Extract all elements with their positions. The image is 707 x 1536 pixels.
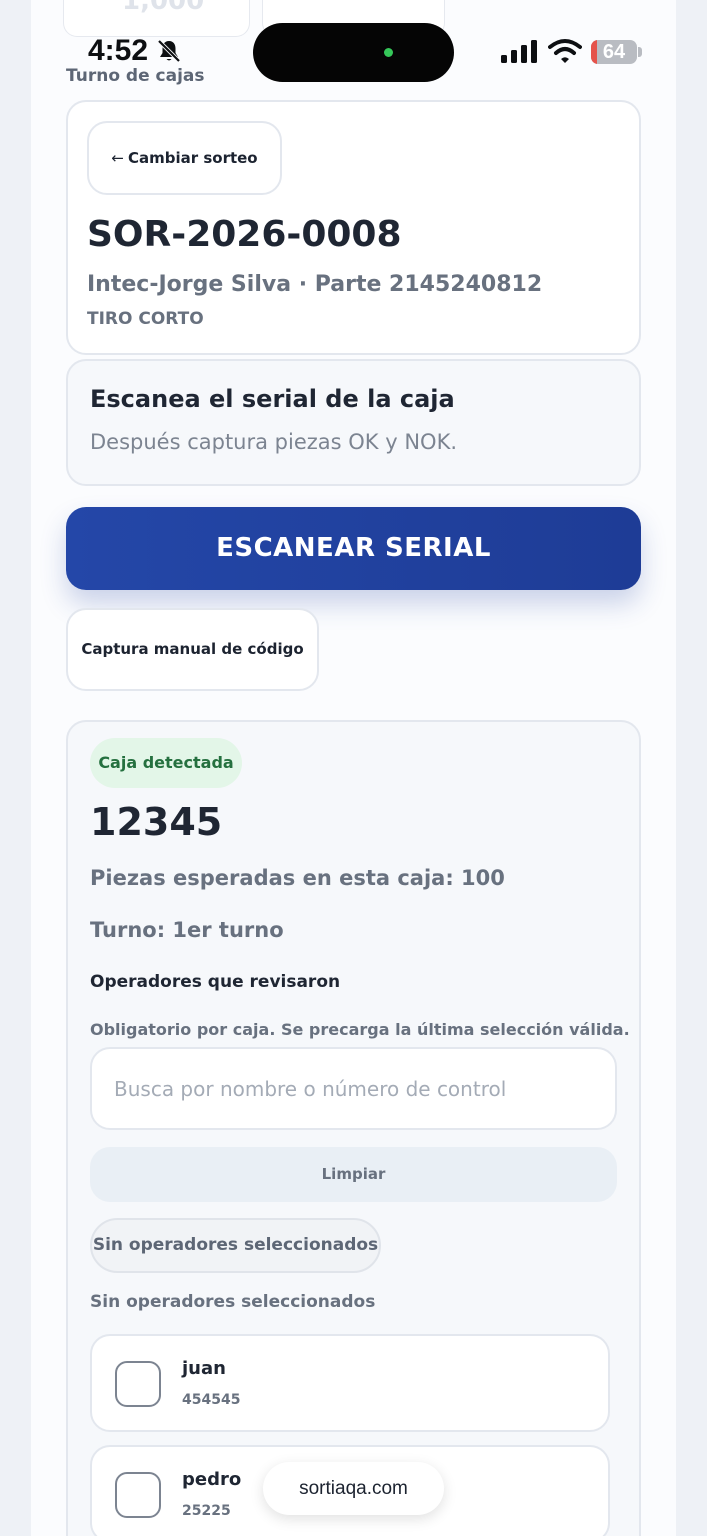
bell-muted-icon — [156, 38, 182, 68]
shift-label: Turno: 1er turno — [90, 918, 284, 942]
box-detected-badge: Caja detectada — [90, 738, 242, 788]
section-label: Turno de cajas — [66, 66, 205, 86]
selected-operators-summary: Sin operadores seleccionados — [90, 1292, 376, 1312]
operator-search-input[interactable] — [90, 1047, 617, 1130]
box-serial: 12345 — [90, 800, 223, 844]
change-sorteo-button[interactable]: ← Cambiar sorteo — [87, 121, 282, 195]
operator-name: juan — [182, 1358, 226, 1379]
dynamic-island — [253, 23, 454, 82]
wifi-icon — [548, 38, 582, 68]
battery-percent: 64 — [602, 41, 626, 63]
cellular-signal-icon — [501, 40, 537, 68]
operators-title: Operadores que revisaron — [90, 972, 341, 992]
scan-title: Escanea el serial de la caja — [90, 385, 455, 413]
sorteo-subtitle: Intec-Jorge Silva · Parte 2145240812 — [87, 272, 543, 297]
camera-indicator-dot — [384, 48, 393, 57]
sorteo-tag: TIRO CORTO — [87, 309, 204, 329]
battery-cap — [638, 47, 642, 57]
arrow-left-icon: ← — [111, 149, 124, 167]
operator-row-juan[interactable]: juan 454545 — [90, 1334, 610, 1432]
selected-operators-chip: Sin operadores seleccionados — [90, 1218, 381, 1273]
change-sorteo-label: Cambiar sorteo — [127, 149, 258, 167]
sorteo-code: SOR-2026-0008 — [87, 214, 402, 255]
operator-name: pedro — [182, 1469, 242, 1490]
status-time: 4:52 — [88, 34, 149, 67]
expected-pieces: Piezas esperadas en esta caja: 100 — [90, 866, 505, 890]
operator-id: 25225 — [182, 1503, 231, 1519]
scan-hint: Después captura piezas OK y NOK. — [90, 430, 458, 454]
clear-button[interactable]: Limpiar — [90, 1147, 617, 1202]
operator-checkbox[interactable] — [115, 1472, 161, 1518]
manual-capture-button[interactable]: Captura manual de código — [66, 608, 319, 691]
scan-serial-button[interactable]: ESCANEAR SERIAL — [66, 507, 641, 590]
operator-id: 454545 — [182, 1392, 241, 1408]
operator-checkbox[interactable] — [115, 1361, 161, 1407]
operators-note: Obligatorio por caja. Se precarga la últ… — [90, 1020, 630, 1039]
browser-url-pill[interactable]: sortiaqa.com — [263, 1462, 444, 1515]
battery-icon: 64 — [591, 40, 637, 64]
scan-info-card — [66, 359, 641, 486]
